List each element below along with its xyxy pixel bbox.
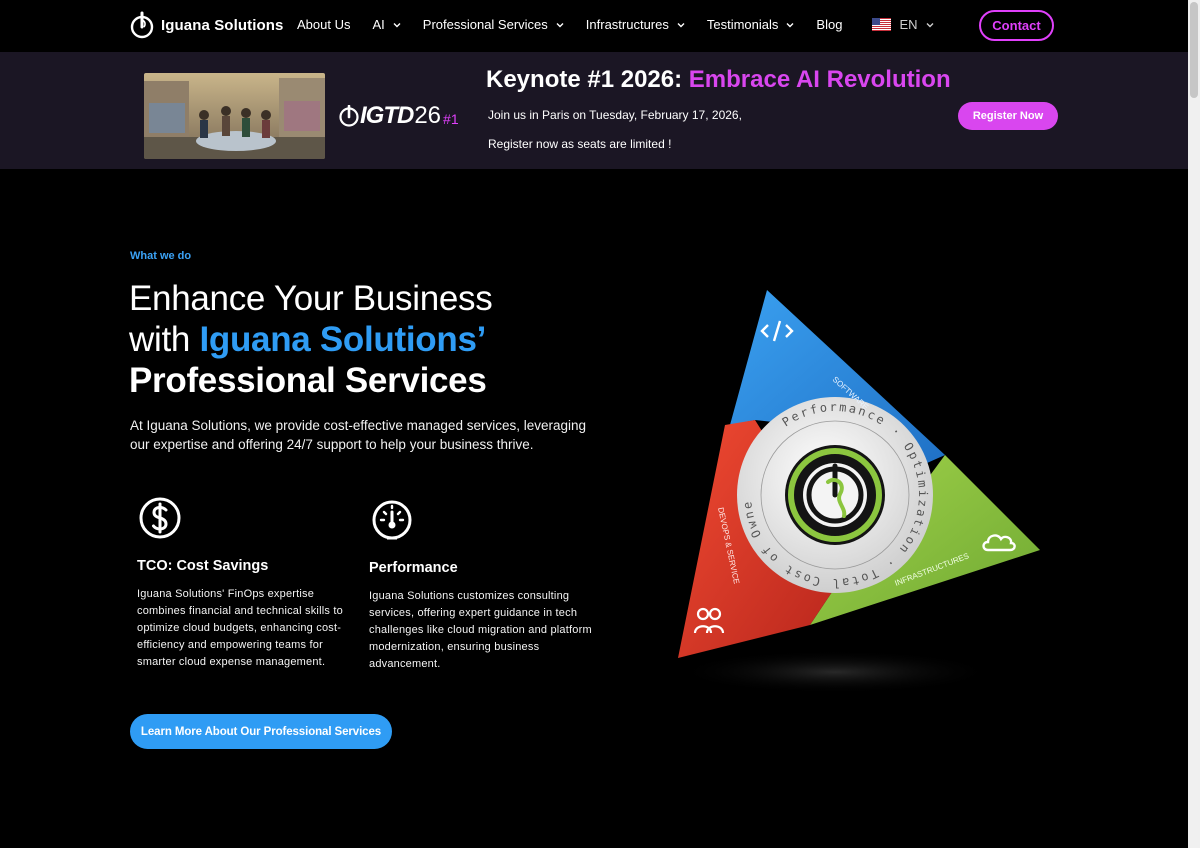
main-menu: About Us AI Professional Services Infras… <box>297 17 934 32</box>
feature-title: Performance <box>369 560 458 576</box>
menu-label: About Us <box>297 17 351 32</box>
us-flag-icon <box>872 18 892 31</box>
menu-label: Blog <box>816 17 843 32</box>
feature-cost-savings: TCO: Cost Savings Iguana Solutions' FinO… <box>137 495 362 671</box>
speedometer-icon <box>372 500 412 540</box>
hero-intro-text: At Iguana Solutions, we provide cost-eff… <box>130 418 587 452</box>
headline-line-2: with Iguana Solutions’ <box>129 319 492 360</box>
headline-line-3: Professional Services <box>129 361 487 400</box>
igtd-logo-hash: #1 <box>443 111 459 127</box>
brand-logo[interactable]: Iguana Solutions <box>130 11 283 39</box>
learn-more-button[interactable]: Learn More About Our Professional Servic… <box>130 714 392 749</box>
headline-line-1: Enhance Your Business <box>129 279 493 318</box>
igtd-logo-text: IGTD <box>360 102 414 129</box>
iguana-logo-icon <box>339 105 359 127</box>
menu-label: AI <box>372 17 385 32</box>
language-selector[interactable]: EN <box>872 17 933 32</box>
menu-item-ai[interactable]: AI <box>372 17 401 32</box>
event-banner: IGTD 26 #1 Keynote #1 2026: Embrace AI R… <box>0 52 1188 169</box>
menu-label: Infrastructures <box>585 17 669 32</box>
keynote-seats-text: Register now as seats are limited ! <box>488 137 672 151</box>
chevron-down-icon <box>393 22 401 27</box>
menu-item-testimonials[interactable]: Testimonials <box>707 17 795 32</box>
feature-description: Iguana Solutions' FinOps expertise combi… <box>137 588 343 668</box>
keynote-title: Keynote #1 2026: Embrace AI Revolution <box>486 66 951 94</box>
dollar-icon <box>139 497 181 539</box>
chevron-down-icon <box>556 22 564 27</box>
chevron-down-icon <box>786 22 794 27</box>
keynote-title-accent: Embrace AI Revolution <box>688 66 951 93</box>
language-label: EN <box>899 17 918 32</box>
menu-item-professional-services[interactable]: Professional Services <box>423 17 564 32</box>
menu-label: Professional Services <box>422 17 548 32</box>
services-triangle-diagram: Performance · Optimization · Total Cost … <box>655 269 1060 700</box>
menu-item-blog[interactable]: Blog <box>816 17 842 32</box>
feature-description: Iguana Solutions customizes consulting s… <box>369 590 592 670</box>
menu-item-about-us[interactable]: About Us <box>297 17 350 32</box>
menu-item-infrastructures[interactable]: Infrastructures <box>586 17 685 32</box>
top-navbar: Iguana Solutions About Us AI Professiona… <box>0 0 1188 52</box>
feature-performance: Performance Iguana Solutions customizes … <box>369 497 594 673</box>
iguana-logo-icon <box>130 11 154 39</box>
vertical-scrollbar[interactable] <box>1188 0 1200 848</box>
register-now-button[interactable]: Register Now <box>958 102 1058 130</box>
contact-button[interactable]: Contact <box>979 10 1054 41</box>
headline-brand-accent: Iguana Solutions’ <box>199 320 487 359</box>
event-photo <box>144 73 325 159</box>
keynote-title-main: Keynote #1 2026: <box>486 66 689 93</box>
igtd-logo-number: 26 <box>414 102 442 129</box>
chevron-down-icon <box>677 22 685 27</box>
igtd-event-logo: IGTD 26 #1 <box>338 102 459 130</box>
chevron-down-icon <box>926 22 933 27</box>
menu-label: Testimonials <box>706 17 779 32</box>
brand-name: Iguana Solutions <box>161 16 284 34</box>
hero-headline: Enhance Your Business with Iguana Soluti… <box>129 278 493 401</box>
scrollbar-thumb[interactable] <box>1190 2 1198 98</box>
keynote-date-text: Join us in Paris on Tuesday, February 17… <box>488 108 742 122</box>
feature-title: TCO: Cost Savings <box>137 558 269 574</box>
headline-prefix: with <box>129 320 200 359</box>
diagram-shadow <box>675 650 995 694</box>
section-eyebrow: What we do <box>130 250 192 262</box>
